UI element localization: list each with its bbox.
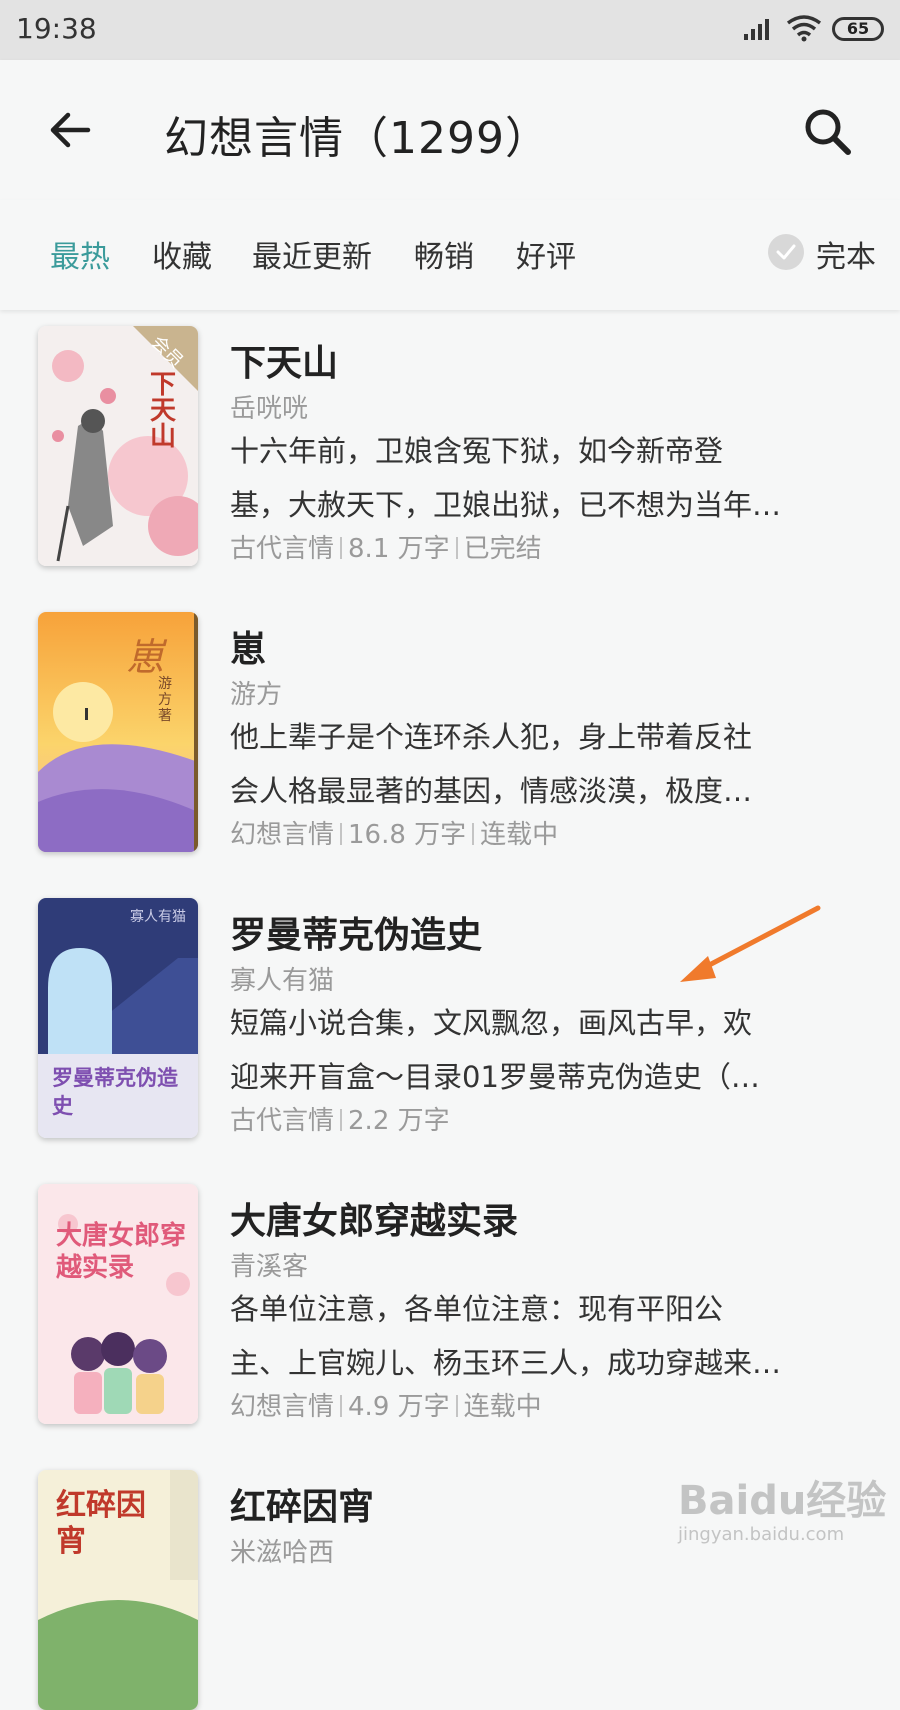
book-cover[interactable]: 寡人有猫 罗曼蒂克伪造史: [38, 898, 198, 1138]
tab-bestselling[interactable]: 畅销: [414, 232, 474, 276]
book-description: 各单位注意，各单位注意：现有平阳公 主、上官婉儿、杨玉环三人，成功穿越来…: [230, 1282, 850, 1390]
book-category: 古代言情: [230, 534, 335, 564]
book-cover[interactable]: 会员 下天山: [38, 326, 198, 566]
book-status: 连载中: [463, 1392, 542, 1422]
tab-recently-updated[interactable]: 最近更新: [252, 232, 372, 276]
cover-title: 下天山: [150, 370, 177, 452]
book-author: 岳咣咣: [230, 394, 309, 424]
book-word-count: 2.2 万字: [348, 1106, 450, 1136]
tab-favorites[interactable]: 收藏: [152, 232, 212, 276]
description-line: 基，大赦天下，卫娘出狱，已不想为当年…: [230, 488, 782, 522]
book-category: 幻想言情: [230, 1392, 335, 1422]
book-description: 他上辈子是个连环杀人犯，身上带着反社 会人格最显著的基因，情感淡漠，极度…: [230, 710, 850, 818]
book-meta: 幻想言情 4.9 万字 连载中: [230, 1386, 542, 1423]
book-status: 已完结: [463, 534, 542, 564]
cover-title: 大唐女郎穿越实录: [56, 1221, 187, 1283]
description-line: 他上辈子是个连环杀人犯，身上带着反社: [230, 720, 753, 754]
watermark-logo: Baidu经验: [678, 1478, 887, 1524]
book-category: 古代言情: [230, 1106, 335, 1136]
book-list-item[interactable]: 崽 游方 著 崽 游方 他上辈子是个连环杀人犯，身上带着反社 会人格最显著的基因…: [0, 612, 900, 892]
complete-filter-label: 完本: [816, 240, 876, 275]
cover-author: 游方 著: [158, 676, 172, 724]
book-status: 连载中: [480, 820, 559, 850]
battery-icon: 65: [832, 17, 884, 41]
description-line: 各单位注意，各单位注意：现有平阳公: [230, 1292, 724, 1326]
divider: [340, 1395, 343, 1417]
book-author: 青溪客: [230, 1252, 309, 1282]
description-line: 迎来开盲盒～目录01罗曼蒂克伪造史（…: [230, 1060, 760, 1094]
search-icon[interactable]: [800, 104, 856, 160]
description-line: 会人格最显著的基因，情感淡漠，极度…: [230, 774, 753, 808]
tab-top-rated[interactable]: 好评: [516, 232, 576, 276]
divider: [340, 1109, 343, 1131]
divider: [455, 537, 458, 559]
book-list-item[interactable]: 会员 下天山 下天山 岳咣咣 十六年前，卫娘含冤下狱，如今新帝登 基，大赦天下，…: [0, 326, 900, 606]
cover-title: 崽: [126, 635, 165, 679]
book-cover[interactable]: 红碎因宵: [38, 1470, 198, 1710]
status-bar: 19:38 65: [0, 0, 900, 60]
divider: [455, 1395, 458, 1417]
book-list-item[interactable]: 大唐女郎穿越实录 大唐女郎穿越实录 青溪客 各单位注意，各单位注意：现有平阳公 …: [0, 1184, 900, 1464]
cover-title: 罗曼蒂克伪造史: [52, 1066, 178, 1118]
tab-hottest[interactable]: 最热: [50, 232, 110, 276]
description-line: 主、上官婉儿、杨玉环三人，成功穿越来…: [230, 1346, 782, 1380]
cover-title: 红碎因宵: [56, 1488, 146, 1559]
book-author: 米滋哈西: [230, 1538, 335, 1568]
book-meta: 幻想言情 16.8 万字 连载中: [230, 814, 558, 851]
app-bar: 幻想言情（1299）: [0, 60, 900, 200]
check-circle-icon: [768, 234, 804, 270]
book-meta: 古代言情 8.1 万字 已完结: [230, 528, 542, 565]
book-meta: 古代言情 2.2 万字: [230, 1100, 450, 1137]
book-word-count: 8.1 万字: [348, 534, 450, 564]
book-cover[interactable]: 大唐女郎穿越实录: [38, 1184, 198, 1424]
wifi-icon: [786, 14, 822, 46]
description-line: 十六年前，卫娘含冤下狱，如今新帝登: [230, 434, 724, 468]
book-cover[interactable]: 崽 游方 著: [38, 612, 198, 852]
cover-author: 寡人有猫: [130, 909, 186, 925]
divider: [340, 537, 343, 559]
status-time: 19:38: [16, 12, 97, 45]
book-title[interactable]: 红碎因宵: [230, 1478, 374, 1530]
book-word-count: 16.8 万字: [348, 820, 467, 850]
divider: [472, 823, 475, 845]
book-description: 短篇小说合集，文风飘忽，画风古早，欢 迎来开盲盒～目录01罗曼蒂克伪造史（…: [230, 996, 850, 1104]
book-title[interactable]: 罗曼蒂克伪造史: [230, 906, 482, 958]
book-description: 十六年前，卫娘含冤下狱，如今新帝登 基，大赦天下，卫娘出狱，已不想为当年…: [230, 424, 850, 532]
description-line: 短篇小说合集，文风飘忽，画风古早，欢: [230, 1006, 753, 1040]
book-word-count: 4.9 万字: [348, 1392, 450, 1422]
page-title: 幻想言情（1299）: [164, 113, 550, 164]
watermark: Baidu经验 jingyan.baidu.com: [672, 1460, 886, 1560]
divider: [340, 823, 343, 845]
annotation-arrow-icon: [668, 904, 828, 998]
book-title[interactable]: 下天山: [230, 334, 338, 386]
book-title[interactable]: 崽: [230, 620, 266, 672]
watermark-url: jingyan.baidu.com: [678, 1524, 845, 1545]
book-title[interactable]: 大唐女郎穿越实录: [230, 1192, 518, 1244]
back-arrow-icon[interactable]: [44, 104, 96, 156]
book-author: 寡人有猫: [230, 966, 335, 996]
filter-bar: 最热 收藏 最近更新 畅销 好评 完本: [0, 200, 900, 310]
book-author: 游方: [230, 680, 283, 710]
signal-icon: [742, 16, 776, 46]
book-category: 幻想言情: [230, 820, 335, 850]
